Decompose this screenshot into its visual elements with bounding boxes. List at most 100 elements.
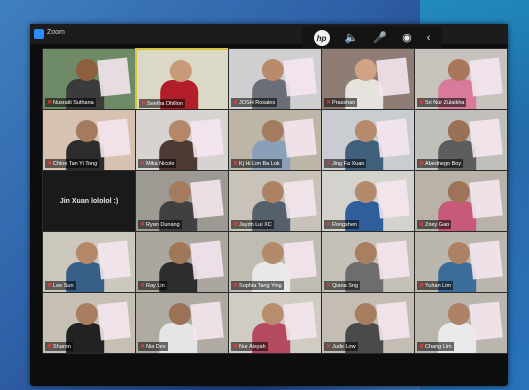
participant-video-face [168, 242, 191, 264]
participant-video-face [261, 303, 284, 325]
held-paper [283, 240, 317, 280]
participant-tile[interactable]: ✕ Sophia Tang Ying [228, 231, 322, 293]
participant-tile[interactable]: ✕ Mika Nicole [135, 109, 229, 171]
participant-tile[interactable]: ✕ Nur Aisyah [228, 292, 322, 354]
held-paper [190, 240, 224, 280]
participant-video-face [447, 59, 470, 81]
participant-tile[interactable]: ✕ Jude Low [321, 292, 415, 354]
participant-tile[interactable]: ✕ Qiana Sng [321, 231, 415, 293]
participant-tile[interactable]: ✕ Sri Nur Zulaikha [414, 48, 508, 110]
participant-tile[interactable]: ✕ Nia Dev [135, 292, 229, 354]
participant-video-face [261, 120, 284, 142]
participant-video-face [168, 120, 191, 142]
participant-name: Ray Lin [146, 282, 165, 289]
muted-mic-icon: ✕ [326, 283, 332, 289]
monitor-screen: Zoom hp 🔈 🎤 ◉ ‹ ✕ Nusratli Suthana ✕ Seetha… [30, 24, 508, 386]
participant-video-face [447, 303, 470, 325]
participant-tile[interactable]: ✕ Nusratli Suthana [42, 48, 136, 110]
participant-tile[interactable]: ✕ Prasshan [321, 48, 415, 110]
participant-name: Qiana Sng [332, 282, 359, 289]
participant-tile[interactable]: ✕ Kj Hi Lim Ba Lok [228, 109, 322, 171]
participant-name: Sharon [53, 343, 71, 350]
participant-tile[interactable]: ✕ Zoey Gao [414, 170, 508, 232]
participant-video-face [75, 59, 98, 81]
participant-tile[interactable]: ✕ Yuhan Lim [414, 231, 508, 293]
participant-name: Yuhan Lim [425, 282, 452, 289]
participant-name: Chang Lim [425, 343, 452, 350]
chevron-left-icon[interactable]: ‹ [427, 32, 431, 44]
held-paper [283, 179, 317, 219]
participant-name: Jude Low [332, 343, 356, 350]
participant-video-face [447, 181, 470, 203]
muted-mic-icon: ✕ [326, 344, 332, 350]
participant-tile[interactable]: ✕ Abednego Boy [414, 109, 508, 171]
participant-tile[interactable]: ✕ Ryan Dunang [135, 170, 229, 232]
participant-tile[interactable]: ✕ Jaydn Lui XC [228, 170, 322, 232]
held-paper [469, 57, 503, 97]
held-paper [376, 301, 410, 341]
held-paper [376, 179, 410, 219]
muted-mic-icon: ✕ [140, 344, 146, 350]
participant-video-face [354, 59, 377, 81]
participant-name: Kj Hi Lim Ba Lok [239, 160, 280, 167]
participant-tile[interactable]: ✕ Rongshen [321, 170, 415, 232]
participant-tile[interactable]: ✕ Chloe Tan Yi Tong [42, 109, 136, 171]
participant-tile[interactable]: ✕ Ray Lin [135, 231, 229, 293]
held-paper [283, 57, 317, 97]
participant-name: Zoey Gao [425, 221, 450, 228]
participant-name: Jaydn Lui XC [239, 221, 272, 228]
held-paper [97, 240, 131, 280]
participant-name: Ryan Dunang [146, 221, 180, 228]
muted-mic-icon: ✕ [140, 222, 146, 228]
participant-name: Lee Sun [53, 282, 74, 289]
participant-name: Chloe Tan Yi Tong [53, 160, 98, 167]
participant-name: Prasshan [332, 99, 356, 106]
speaker-icon[interactable]: 🔈 [345, 32, 359, 44]
muted-mic-icon: ✕ [419, 100, 425, 106]
broadcast-icon[interactable]: ◉ [402, 32, 412, 44]
participant-tile[interactable]: Jin Xuan lololol :) [42, 170, 136, 232]
held-paper [190, 179, 224, 219]
participant-tile[interactable]: ✕ Jing Fa Xuan [321, 109, 415, 171]
participant-name: Nusratli Suthana [53, 99, 94, 106]
participant-video-face [169, 60, 192, 82]
participant-name: Mika Nicole [146, 160, 175, 167]
muted-mic-icon: ✕ [326, 161, 332, 167]
held-paper [283, 301, 317, 341]
participant-name-label: ✕ Jaydn Lui XC [231, 220, 274, 229]
participant-name-label: ✕ Nur Aisyah [231, 342, 268, 351]
participant-video-face [261, 181, 284, 203]
participant-name-label: ✕ Abednego Boy [417, 159, 464, 168]
participant-tile[interactable]: ✕ JOSH Rosales [228, 48, 322, 110]
muted-mic-icon: ✕ [233, 222, 239, 228]
participant-name-label: ✕ Ryan Dunang [138, 220, 182, 229]
participant-name-label: ✕ Mika Nicole [138, 159, 177, 168]
participant-tile[interactable]: ✕ Seetha Dhillon [135, 48, 231, 112]
participant-name: Seetha Dhillon [147, 100, 183, 107]
participant-name: Nia Dev [146, 343, 166, 350]
held-paper [469, 179, 503, 219]
participant-name: Nur Aisyah [239, 343, 266, 350]
participant-name: Sri Nur Zulaikha [425, 99, 465, 106]
window-title: Zoom [47, 29, 65, 36]
participant-tile[interactable]: ✕ Sharon [42, 292, 136, 354]
participant-video-face [354, 120, 377, 142]
muted-mic-icon: ✕ [233, 344, 239, 350]
hp-control-bar: hp 🔈 🎤 ◉ ‹ [302, 26, 442, 50]
participant-name-label: ✕ Sri Nur Zulaikha [417, 98, 467, 107]
participant-video-face [75, 242, 98, 264]
participant-video-face [261, 242, 284, 264]
participant-name-label: ✕ Chloe Tan Yi Tong [45, 159, 100, 168]
participant-name: Rongshen [332, 221, 358, 228]
held-paper [97, 118, 131, 158]
participant-video-face [354, 242, 377, 264]
participant-tile[interactable]: ✕ Lee Sun [42, 231, 136, 293]
microphone-icon[interactable]: 🎤 [373, 32, 387, 44]
muted-mic-icon: ✕ [419, 283, 425, 289]
muted-mic-icon: ✕ [419, 222, 425, 228]
hp-logo: hp [313, 30, 330, 46]
held-paper [97, 57, 131, 97]
muted-mic-icon: ✕ [140, 283, 146, 289]
participant-tile[interactable]: ✕ Chang Lim [414, 292, 508, 354]
participant-name-label: ✕ Chang Lim [417, 342, 454, 351]
